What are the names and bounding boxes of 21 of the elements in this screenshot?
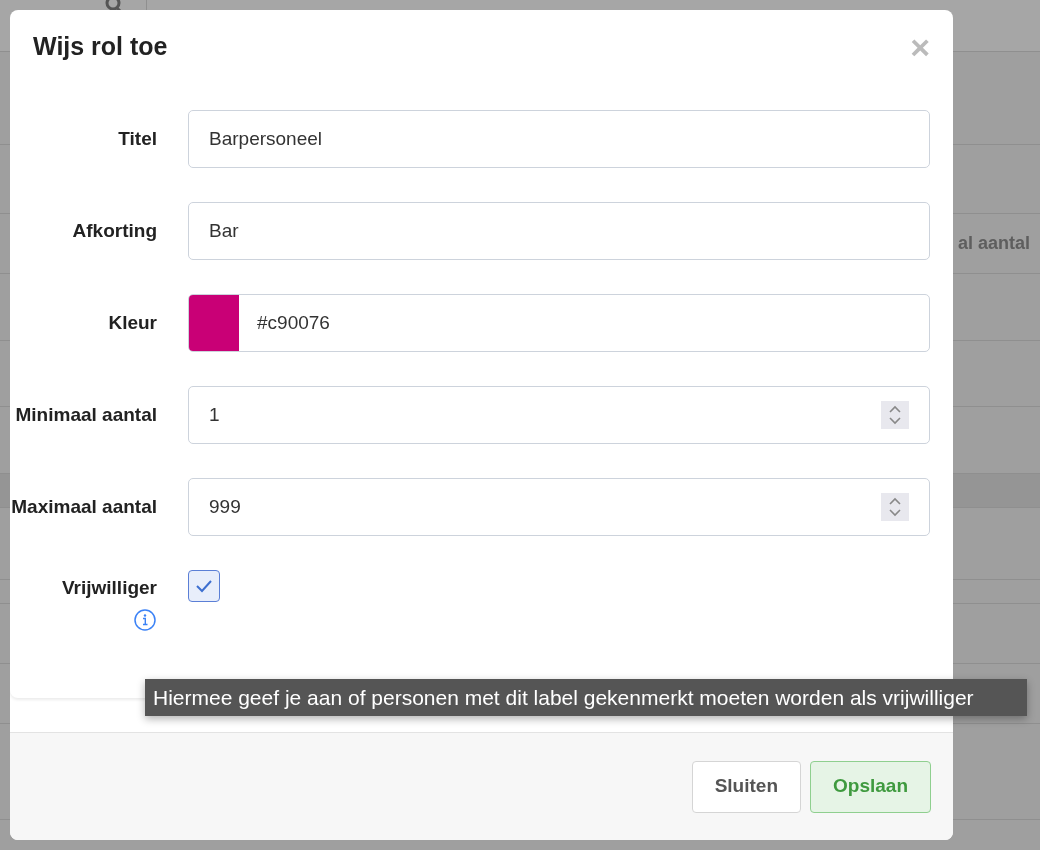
spinner-icon[interactable] (881, 401, 909, 429)
color-field[interactable]: #c90076 (188, 294, 930, 352)
close-dialog-button[interactable]: Sluiten (691, 760, 801, 813)
check-icon (195, 579, 213, 593)
number-field[interactable]: 999 (188, 478, 930, 536)
spinner-icon[interactable] (881, 493, 909, 521)
field-label: Titel (118, 127, 157, 151)
color-swatch[interactable] (189, 295, 239, 351)
number-field[interactable]: 1 (188, 386, 930, 444)
field-label: Vrijwilliger (61, 576, 157, 600)
dialog-title: Wijs rol toe (33, 31, 168, 63)
info-icon[interactable] (133, 608, 157, 632)
checkbox[interactable] (188, 570, 220, 602)
column-header: al aantal (958, 232, 1031, 255)
text-field[interactable]: Barpersoneel (188, 110, 930, 168)
text-field[interactable]: Bar (188, 202, 930, 260)
field-label: Minimaal aantal (15, 403, 157, 427)
tooltip: Hiermee geef je aan of personen met dit label gekenmerkt moeten worden als vrijwilliger (145, 679, 1027, 716)
field-label: Kleur (108, 311, 157, 335)
field-label: Maximaal aantal (11, 495, 157, 519)
field-label: Afkorting (72, 219, 157, 243)
